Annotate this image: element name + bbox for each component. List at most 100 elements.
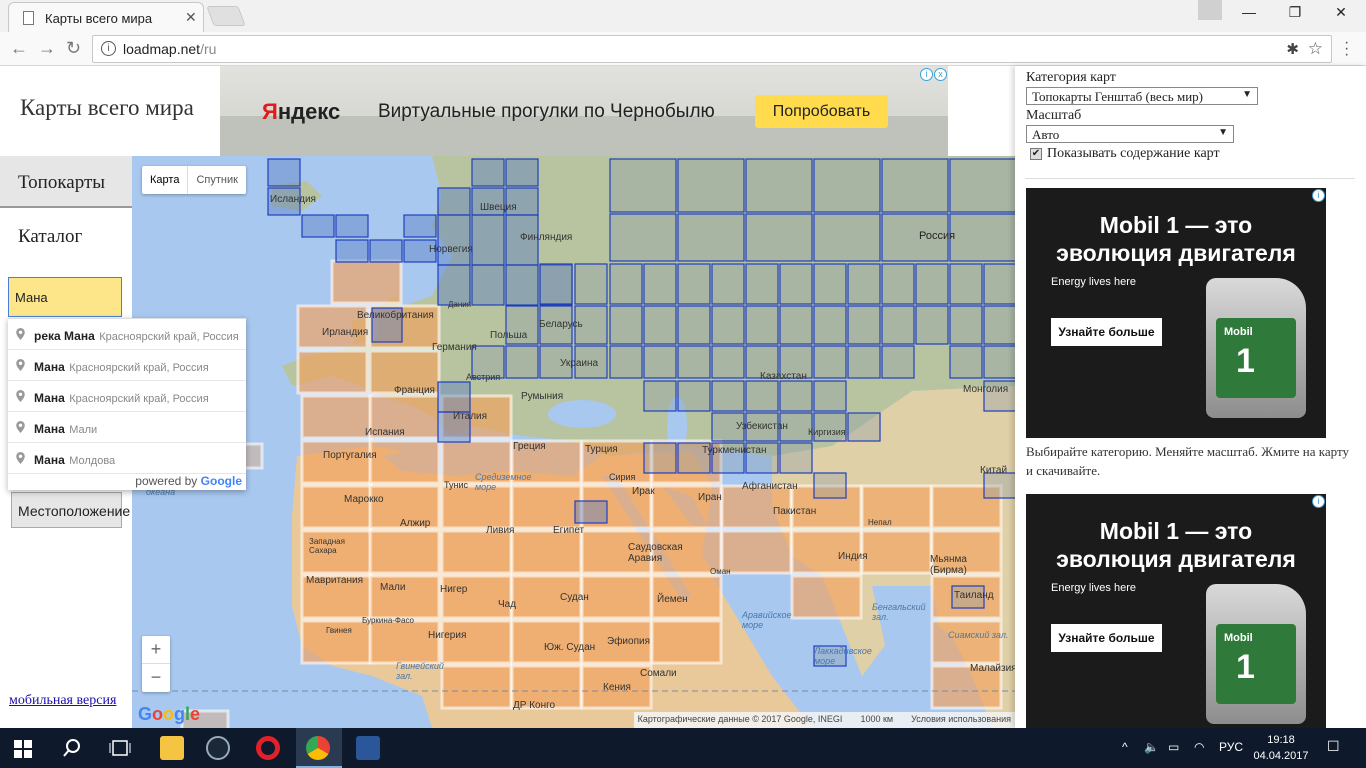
map-label: Австрия	[466, 372, 501, 382]
volume-icon[interactable]: 🔈	[1144, 740, 1159, 754]
extension-icon[interactable]: ✱	[1286, 40, 1299, 58]
map-label: Туркменистан	[702, 445, 767, 456]
page-icon	[23, 11, 34, 25]
map-label: Малайзия	[970, 663, 1015, 674]
divider	[1025, 178, 1355, 179]
map-label: Средиземное море	[475, 472, 532, 492]
ad-info-icon[interactable]: i	[1312, 495, 1325, 508]
steam-icon[interactable]	[206, 736, 230, 760]
terms-link[interactable]: Условия использования	[911, 714, 1011, 726]
restore-icon[interactable]: ❐	[1272, 4, 1318, 21]
autocomplete-item[interactable]: Мана Мали	[8, 412, 246, 443]
autocomplete-item[interactable]: Мана Красноярский край, Россия	[8, 350, 246, 381]
search-icon[interactable]	[63, 739, 81, 757]
map-label: Таиланд	[954, 590, 994, 601]
browser-tab[interactable]: Карты всего мира ✕	[8, 2, 204, 32]
map-canvas[interactable]: Карта Спутник Исландия Швеция Финляндия …	[132, 156, 1015, 728]
user-icon[interactable]	[1198, 0, 1222, 20]
map-label: Германия	[432, 342, 477, 353]
oil-bottle-image: Mobil 1	[1206, 584, 1306, 724]
map-label: Монголия	[963, 384, 1009, 395]
menu-catalog[interactable]: Каталог	[0, 210, 132, 262]
map-label: Йемен	[657, 594, 688, 605]
bookmark-star-icon[interactable]: ☆	[1308, 39, 1323, 59]
map-label: Аравийское море	[742, 610, 792, 630]
ad-learn-more-button[interactable]: Узнайте больше	[1051, 318, 1162, 346]
search-input[interactable]	[8, 277, 122, 317]
windows-start-icon[interactable]	[14, 740, 32, 758]
tab-close-icon[interactable]: ✕	[185, 9, 197, 26]
ad-close-icon[interactable]: x	[934, 68, 947, 81]
map-label: Мьянма (Бирма)	[930, 554, 967, 576]
clock[interactable]: 19:18 04.04.2017	[1248, 732, 1314, 764]
map-type-satellite-button[interactable]: Спутник	[188, 166, 245, 194]
google-logo: Google	[138, 704, 201, 724]
category-select[interactable]: Топокарты Генштаб (весь мир) ▼	[1026, 87, 1258, 105]
new-tab-button[interactable]	[206, 6, 246, 26]
map-label: Украина	[560, 358, 599, 369]
info-icon[interactable]: i	[101, 41, 116, 56]
browser-menu-icon[interactable]: · · ·	[1344, 35, 1349, 63]
pin-icon	[16, 421, 25, 433]
opera-icon[interactable]	[256, 736, 280, 760]
ad-try-button[interactable]: Попробовать	[755, 95, 888, 128]
zoom-out-button[interactable]: −	[142, 664, 170, 692]
ad-text: Виртуальные прогулки по Чернобылю	[378, 101, 715, 122]
map-label: Киргизия	[808, 427, 846, 437]
mobile-version-link[interactable]: мобильная версия	[9, 693, 116, 709]
map-label: Западная Сахара	[309, 537, 345, 555]
task-view-icon[interactable]	[109, 740, 131, 756]
ad-info-icon[interactable]: i	[1312, 189, 1325, 202]
map-label: Индия	[838, 551, 868, 562]
autocomplete-item[interactable]: Мана Молдова	[8, 443, 246, 474]
location-button[interactable]: Местоположение	[11, 492, 130, 528]
ad-info-icon[interactable]: i	[920, 68, 933, 81]
ad-learn-more-button[interactable]: Узнайте больше	[1051, 624, 1162, 652]
menu-topomaps[interactable]: Топокарты	[0, 156, 132, 208]
dropdown-arrow-icon: ▼	[1242, 89, 1252, 100]
pin-icon	[16, 359, 25, 371]
map-label: Испания	[365, 427, 405, 438]
notifications-icon[interactable]: ☐	[1327, 738, 1340, 755]
url-text: loadmap.net/ru	[123, 41, 217, 57]
yandex-ad-banner[interactable]: Яндекс Виртуальные прогулки по Чернобылю…	[220, 66, 948, 156]
back-icon[interactable]: ←	[10, 38, 28, 59]
map-label: Буркина-Фасо	[362, 616, 415, 625]
show-contents-label: Показывать содержание карт	[1047, 146, 1220, 161]
reload-icon[interactable]: ↻	[66, 38, 81, 59]
forward-icon[interactable]: →	[38, 38, 56, 59]
url-field[interactable]: i loadmap.net/ru ✱ ☆	[92, 35, 1332, 63]
network-icon[interactable]: ◠	[1194, 740, 1204, 754]
mobil-ad[interactable]: Mobil 1 — это эволюция двигателя Energy …	[1026, 494, 1326, 744]
minimize-icon[interactable]: —	[1226, 4, 1272, 20]
map-label: Лаккадивское море	[814, 646, 872, 666]
map-label: Гвинея	[326, 626, 352, 635]
show-contents-checkbox[interactable]: ✔	[1030, 148, 1042, 160]
autocomplete-item[interactable]: река Мана Красноярский край, Россия	[8, 319, 246, 350]
file-explorer-icon[interactable]	[160, 736, 184, 760]
map-label: Пакистан	[773, 506, 817, 517]
chrome-icon[interactable]	[306, 736, 330, 760]
map-label: Иран	[698, 492, 722, 503]
map-label: Судан	[560, 592, 589, 603]
map-label: Тунис	[444, 480, 468, 490]
tray-up-icon[interactable]: ^	[1122, 740, 1128, 754]
map-label: Непал	[868, 518, 892, 527]
close-window-icon[interactable]: ✕	[1318, 4, 1364, 21]
map-label: Казахстан	[760, 371, 807, 382]
pin-icon	[16, 328, 25, 340]
map-type-map-button[interactable]: Карта	[142, 166, 189, 194]
autocomplete-item[interactable]: Мана Красноярский край, Россия	[8, 381, 246, 412]
pin-icon	[16, 390, 25, 402]
attribution-text: Картографические данные © 2017 Google, I…	[637, 714, 843, 724]
language-indicator[interactable]: РУС	[1219, 740, 1243, 754]
scale-select[interactable]: Авто ▼	[1026, 125, 1234, 143]
ad-tagline: Energy lives here	[1051, 276, 1136, 288]
mobil-ad[interactable]: Mobil 1 — это эволюция двигателя Energy …	[1026, 188, 1326, 438]
map-label: Норвегия	[429, 244, 473, 255]
map-label: Франция	[394, 385, 435, 396]
battery-icon[interactable]: ▭	[1168, 740, 1179, 754]
map-label: Нигерия	[428, 630, 467, 641]
zoom-in-button[interactable]: +	[142, 636, 170, 664]
word-icon[interactable]	[356, 736, 380, 760]
